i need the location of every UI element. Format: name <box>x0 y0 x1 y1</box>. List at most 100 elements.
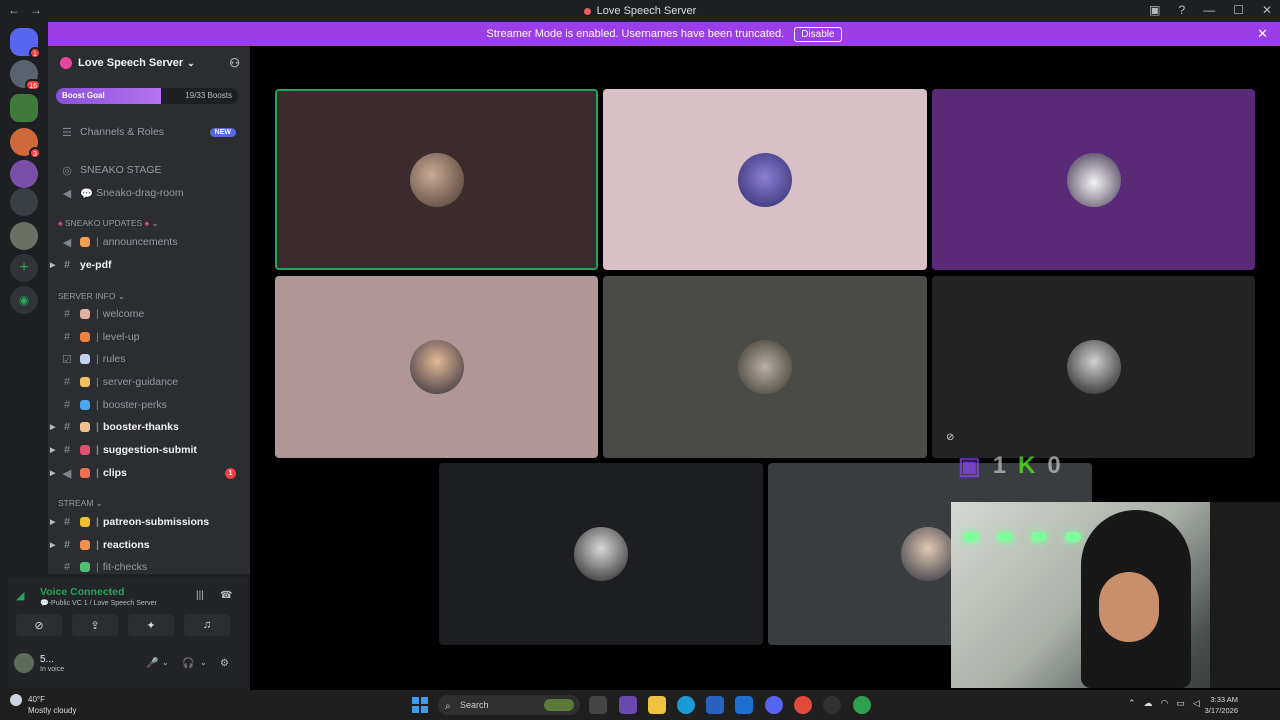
hands-emoji-icon <box>80 422 90 432</box>
display-icon[interactable]: ▭ <box>1176 698 1185 709</box>
channel-sneako-drag-room[interactable]: ◀ 💬 Sneako-drag-room <box>56 184 246 202</box>
disable-streamer-mode-button[interactable]: Disable <box>794 26 842 42</box>
participant-tile[interactable] <box>275 276 598 458</box>
server-boost-icon <box>60 57 72 69</box>
username[interactable]: 5... <box>40 654 54 665</box>
server-icon-6[interactable] <box>10 222 38 250</box>
server-header[interactable]: Love Speech Server ⌄ ⚇ <box>48 46 250 80</box>
channels-roles-item[interactable]: ☰ Channels & Roles NEW <box>56 123 246 141</box>
server-icon-5[interactable] <box>10 188 38 216</box>
channel-rules[interactable]: ☑ | rules <box>56 350 246 368</box>
avatar <box>409 152 464 207</box>
channel-reactions[interactable]: ▶ # | reactions <box>50 536 246 554</box>
server-icon-4[interactable] <box>10 160 38 188</box>
avatar[interactable] <box>14 653 34 673</box>
channel-ye-pdf[interactable]: ▶ # ye-pdf <box>50 256 246 274</box>
soundboard-button[interactable]: ♫ <box>184 614 230 636</box>
channel-level-up[interactable]: # | level-up <box>56 328 246 346</box>
discord-taskbar-icon[interactable] <box>765 696 783 714</box>
teams-icon[interactable] <box>619 696 637 714</box>
welcome-label: welcome <box>102 308 145 320</box>
volume-icon[interactable]: ◁ <box>1193 698 1200 709</box>
close-window-button[interactable]: ✕ <box>1262 3 1272 17</box>
boost-goal-bar[interactable]: Boost Goal 19/33 Boosts <box>56 88 238 104</box>
microphone-icon[interactable]: 🎤 <box>146 658 158 669</box>
add-server-icon[interactable]: + <box>10 254 38 282</box>
chevron-up-icon[interactable]: ⌃ <box>1128 698 1136 709</box>
edge-icon[interactable] <box>677 696 695 714</box>
chevron-down-icon[interactable]: ⌄ <box>200 658 207 667</box>
channel-fit-checks[interactable]: # | fit-checks <box>56 558 246 576</box>
server-badge-1: 16 <box>25 79 41 91</box>
gear-icon[interactable]: ⚙ <box>220 658 229 669</box>
activities-button[interactable]: ✦ <box>128 614 174 636</box>
booster-perks-label: booster-perks <box>102 399 167 411</box>
noise-suppression-icon[interactable]: ||| <box>196 590 204 601</box>
channel-sneako-stage[interactable]: ◎ SNEAKO STAGE <box>56 161 246 179</box>
headphones-icon[interactable]: 🎧 <box>182 658 194 669</box>
inbox-icon[interactable]: ▣ <box>1149 3 1160 17</box>
participant-tile[interactable] <box>603 89 927 270</box>
rules-icon: ☑ <box>62 353 72 366</box>
start-button[interactable] <box>412 697 428 713</box>
system-tray: ⌃ ☁ ◠ ▭ ◁ <box>1128 698 1200 709</box>
disconnect-icon[interactable]: ☎ <box>220 590 232 601</box>
taskbar-search[interactable]: ⌕ Search <box>438 695 580 715</box>
chevron-down-icon[interactable]: ⌄ <box>162 658 169 667</box>
onedrive-icon[interactable]: ☁ <box>1144 698 1153 709</box>
voice-channel-label[interactable]: 💬-Public VC 1 / Love Speech Server <box>40 599 157 607</box>
clock[interactable]: 3:33 AM 3/17/2026 <box>1205 694 1238 716</box>
server-icon-love-speech[interactable] <box>10 94 38 122</box>
maximize-button[interactable]: ☐ <box>1233 3 1244 17</box>
twitch-icon: ▣ <box>958 453 981 480</box>
server-icon-1[interactable]: 16 <box>10 60 41 91</box>
camera-off-button[interactable]: ⊘ <box>16 614 62 636</box>
weather-widget[interactable]: 40°F Mostly cloudy <box>10 694 76 716</box>
channel-patreon-submissions[interactable]: ▶ # | patreon-submissions <box>50 513 246 531</box>
screenshare-button[interactable]: ⇪ <box>72 614 118 636</box>
user-status: In voice <box>40 666 65 673</box>
gaming-chair <box>1210 502 1280 688</box>
file-explorer-icon[interactable] <box>648 696 666 714</box>
channel-suggestion-submit[interactable]: ▶ # | suggestion-submit <box>50 441 246 459</box>
discover-compass-icon[interactable]: ◉ <box>10 286 38 314</box>
channel-clips[interactable]: ▶ ◀ | clips 1 <box>50 464 246 482</box>
discord-home-icon[interactable]: 1 <box>10 28 41 59</box>
speech-bubble-icon: 💬 <box>80 187 94 200</box>
participant-tile[interactable]: ⊘ <box>932 276 1255 458</box>
chrome-icon[interactable] <box>794 696 812 714</box>
banner-close-icon[interactable]: ✕ <box>1257 26 1268 42</box>
chrome-profile-icon[interactable] <box>853 696 871 714</box>
participant-tile[interactable] <box>439 463 763 645</box>
server-icon-3[interactable]: 3 <box>10 128 41 159</box>
separator: | <box>96 308 99 320</box>
voice-panel: ◢ Voice Connected 💬-Public VC 1 / Love S… <box>8 578 248 688</box>
task-view-icon[interactable] <box>589 696 607 714</box>
avatar <box>738 152 792 207</box>
participant-tile[interactable] <box>275 89 598 270</box>
help-icon[interactable]: ? <box>1178 3 1185 17</box>
store-icon[interactable] <box>706 696 724 714</box>
participant-tile[interactable] <box>932 89 1255 270</box>
signal-icon[interactable]: ◢ <box>16 589 24 602</box>
unread-arrow-icon: ▶ <box>50 470 56 477</box>
separator: | <box>96 353 99 365</box>
wifi-icon[interactable]: ◠ <box>1161 698 1169 709</box>
participant-tile[interactable] <box>603 276 927 458</box>
level-up-label: level-up <box>102 331 140 343</box>
voice-connected-label[interactable]: Voice Connected <box>40 586 124 598</box>
category-sneako-updates[interactable]: ♠ SNEAKO UPDATES ♠ ⌄ <box>58 218 159 229</box>
clips-label: clips <box>102 467 127 479</box>
category-stream[interactable]: STREAM ⌄ <box>58 498 103 509</box>
minimize-button[interactable]: — <box>1203 3 1215 17</box>
channel-booster-thanks[interactable]: ▶ # | booster-thanks <box>50 418 246 436</box>
outlook-icon[interactable] <box>735 696 753 714</box>
invite-people-icon[interactable]: ⚇ <box>229 56 240 70</box>
category-server-info[interactable]: SERVER INFO ⌄ <box>58 291 125 302</box>
channel-booster-perks[interactable]: # | booster-perks <box>56 396 246 414</box>
channel-server-guidance[interactable]: # | server-guidance <box>56 373 246 391</box>
pin-emoji-icon <box>80 445 90 455</box>
obs-icon[interactable] <box>823 696 841 714</box>
channel-welcome[interactable]: # | welcome <box>56 305 246 323</box>
channel-announcements[interactable]: ◀ | announcements <box>56 233 246 251</box>
